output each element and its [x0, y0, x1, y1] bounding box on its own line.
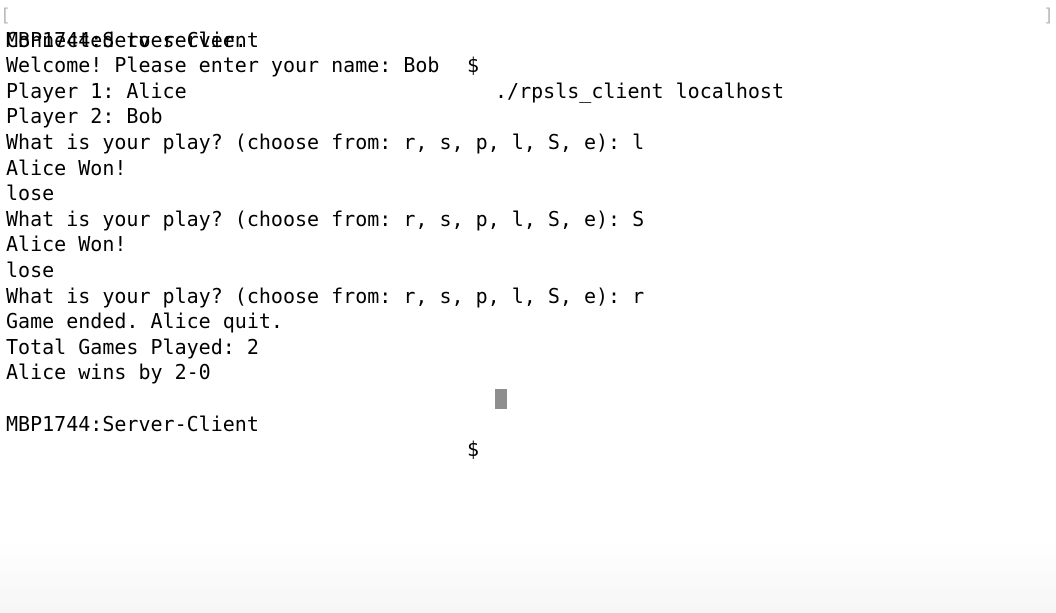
output-line: What is your play? (choose from: r, s, p…	[6, 129, 645, 154]
text-cursor[interactable]	[495, 388, 507, 409]
output-line: Game ended. Alice quit.	[6, 309, 283, 334]
first-prompt-line: MBP1744:Server-Client $ ./rpsls_client l…	[6, 2, 1006, 103]
terminal-output: MBP1744:Server-Client $ ./rpsls_client l…	[6, 2, 1006, 462]
output-line: lose	[6, 181, 55, 206]
output-line: Player 2: Bob	[6, 104, 163, 129]
mark-bracket-right: ]	[1043, 5, 1054, 26]
prompt-symbol: $	[467, 437, 480, 462]
output-line: lose	[6, 257, 55, 282]
terminal-window[interactable]: [ ] MBP1744:Server-Client $ ./rpsls_clie…	[0, 0, 1056, 613]
output-line: Total Games Played: 2	[6, 334, 259, 359]
output-line: What is your play? (choose from: r, s, p…	[6, 283, 645, 308]
output-line: What is your play? (choose from: r, s, p…	[6, 206, 645, 231]
last-prompt-line[interactable]: MBP1744:Server-Client $	[6, 386, 1006, 461]
output-line: Alice Won!	[6, 155, 127, 180]
prompt-symbol: $	[467, 53, 480, 78]
prompt-host: MBP1744:Server-Client	[6, 27, 259, 52]
output-line: Welcome! Please enter your name: Bob	[6, 53, 440, 78]
prompt-command: ./rpsls_client localhost	[495, 78, 784, 103]
output-line: Alice Won!	[6, 232, 127, 257]
output-line: Alice wins by 2-0	[6, 360, 211, 385]
prompt-host: MBP1744:Server-Client	[6, 411, 259, 436]
